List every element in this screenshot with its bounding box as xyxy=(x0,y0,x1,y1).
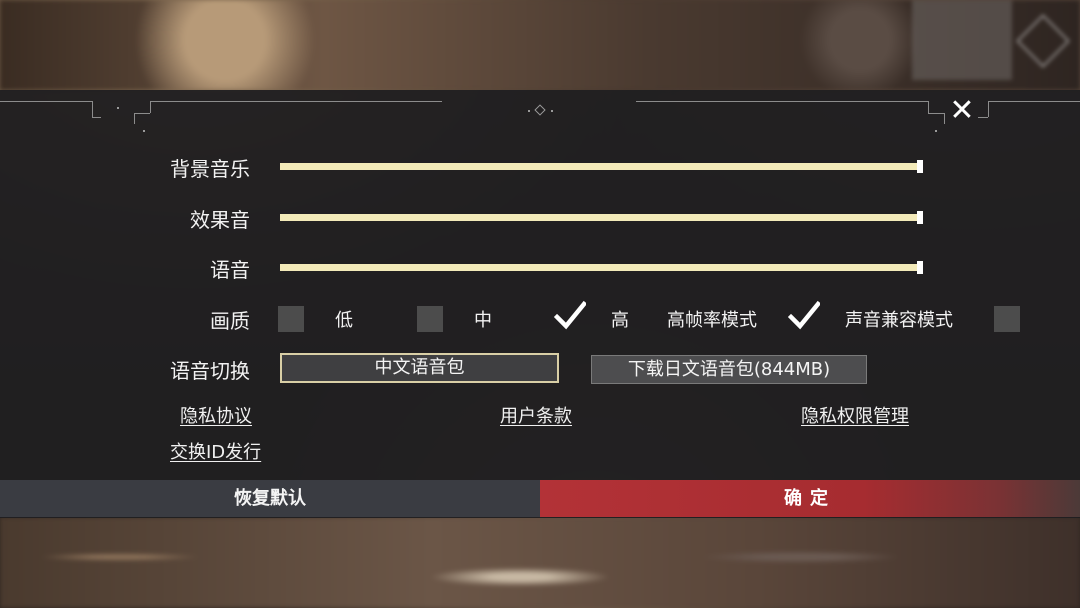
privacy-policy-link[interactable]: 隐私协议 xyxy=(180,406,252,428)
confirm-button[interactable]: 确定 xyxy=(540,480,1080,517)
checkmark-icon xyxy=(788,300,820,330)
quality-low-label: 低 xyxy=(335,310,353,331)
sound-compat-checkbox[interactable] xyxy=(994,306,1020,332)
voice-slider-fill xyxy=(280,264,920,271)
privacy-permissions-link[interactable]: 隐私权限管理 xyxy=(801,406,909,428)
bgm-slider-fill xyxy=(280,163,920,170)
quality-mid-checkbox[interactable] xyxy=(417,306,443,332)
high-fps-label: 高帧率模式 xyxy=(667,310,757,331)
sfx-slider[interactable] xyxy=(280,211,923,224)
sfx-slider-handle[interactable] xyxy=(917,211,923,224)
transfer-id-link[interactable]: 交换ID发行 xyxy=(170,442,261,464)
quality-label: 画质 xyxy=(210,309,250,333)
background-sign xyxy=(912,0,1012,80)
quality-mid-label: 中 xyxy=(474,310,492,331)
reset-default-button[interactable]: 恢复默认 xyxy=(0,480,540,517)
sfx-label: 效果音 xyxy=(190,208,250,232)
bgm-label: 背景音乐 xyxy=(170,157,250,181)
voice-volume-label: 语音 xyxy=(210,258,250,282)
close-button[interactable]: ✕ xyxy=(945,94,979,128)
background-diamond-icon xyxy=(1016,14,1070,68)
user-terms-link[interactable]: 用户条款 xyxy=(500,406,572,428)
bgm-slider[interactable] xyxy=(280,160,923,173)
voice-slider-handle[interactable] xyxy=(917,261,923,274)
background-bottom xyxy=(0,517,1080,608)
sfx-slider-fill xyxy=(280,214,920,221)
high-fps-checkbox[interactable] xyxy=(788,300,820,332)
quality-low-checkbox[interactable] xyxy=(278,306,304,332)
bgm-slider-handle[interactable] xyxy=(917,160,923,173)
quality-high-checkbox[interactable] xyxy=(554,300,586,332)
quality-high-label: 高 xyxy=(611,310,629,331)
sound-compat-label: 声音兼容模式 xyxy=(845,310,953,331)
background-top xyxy=(0,0,1080,90)
voice-switch-label: 语音切换 xyxy=(170,359,250,383)
chinese-voice-pack-button[interactable]: 中文语音包 xyxy=(280,353,559,383)
checkmark-icon xyxy=(554,300,586,330)
download-japanese-voice-button[interactable]: 下载日文语音包(844MB) xyxy=(591,355,867,384)
settings-panel xyxy=(0,90,1080,518)
close-icon: ✕ xyxy=(949,93,975,128)
voice-volume-slider[interactable] xyxy=(280,261,923,274)
